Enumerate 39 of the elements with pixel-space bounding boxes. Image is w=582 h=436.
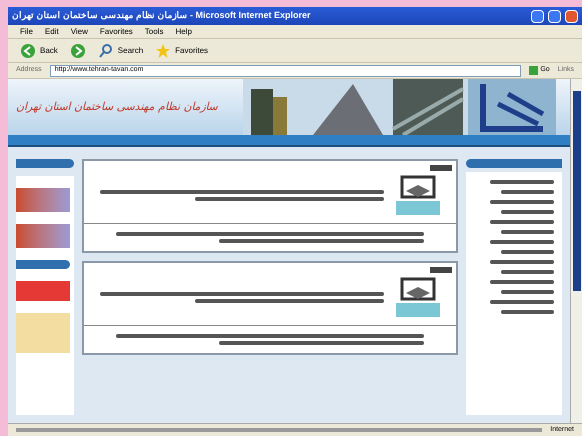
close-button[interactable] <box>565 10 578 22</box>
illegible-text-bar <box>490 200 554 204</box>
illegible-text-bar <box>500 250 554 254</box>
side-header <box>16 260 70 269</box>
illegible-text-bar <box>490 220 554 224</box>
date-tag <box>430 267 452 273</box>
banner-ad <box>16 313 70 353</box>
minimize-button[interactable] <box>531 10 544 22</box>
menu-item[interactable]: Help <box>175 26 192 38</box>
illegible-text-bar <box>490 180 554 184</box>
illegible-text-bar <box>500 310 554 314</box>
search-icon <box>98 42 114 58</box>
window-title: سازمان نظام مهندسی ساختمان استان تهران - Microsoft Internet Explorer <box>12 9 312 22</box>
illegible-text-bar <box>490 260 554 264</box>
illegible-text-bar <box>490 240 554 244</box>
illegible-text-bar <box>500 190 554 194</box>
banner-ad <box>16 281 70 301</box>
date-tag <box>430 165 452 171</box>
toolbar-button[interactable]: Search <box>98 42 144 58</box>
menu-item[interactable]: Tools <box>144 26 164 38</box>
menu-item[interactable]: Favorites <box>100 26 133 38</box>
menu-item[interactable]: File <box>20 26 33 38</box>
toolbar-button[interactable] <box>70 42 86 58</box>
banner-ad <box>16 188 70 212</box>
illegible-text-bar <box>500 290 554 294</box>
illegible-text-bar <box>500 210 554 214</box>
toolbar-button[interactable]: Favorites <box>155 42 208 58</box>
side-header <box>16 159 74 168</box>
illegible-text-bar <box>500 270 554 274</box>
banner-title: سازمان نظام مهندسی ساختمان استان تهران <box>15 98 219 115</box>
banner-ad <box>16 224 70 248</box>
menu-item[interactable]: View <box>70 26 88 38</box>
illegible-text-bar <box>500 230 554 234</box>
illegible-text-bar <box>490 300 554 304</box>
menu-item[interactable]: Edit <box>44 26 59 38</box>
maximize-button[interactable] <box>548 10 561 22</box>
star-icon <box>155 42 172 58</box>
toolbar-button[interactable]: Back <box>20 42 58 58</box>
illegible-text-bar <box>490 280 554 284</box>
